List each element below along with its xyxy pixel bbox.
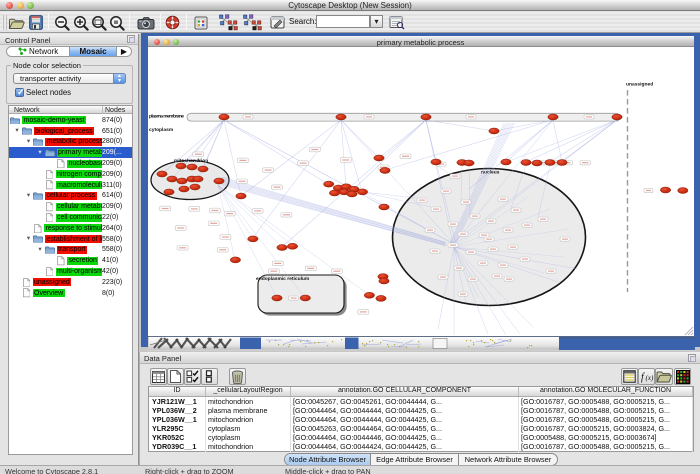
svg-text:endoplasmic reticulum: endoplasmic reticulum: [256, 276, 310, 282]
svg-text:f: f: [641, 372, 645, 383]
svg-text:unassigned: unassigned: [626, 82, 653, 88]
svg-text:cytoplasm: cytoplasm: [149, 127, 174, 133]
svg-text:plasma membrane: plasma membrane: [149, 113, 184, 119]
svg-text:(x): (x): [645, 374, 653, 382]
